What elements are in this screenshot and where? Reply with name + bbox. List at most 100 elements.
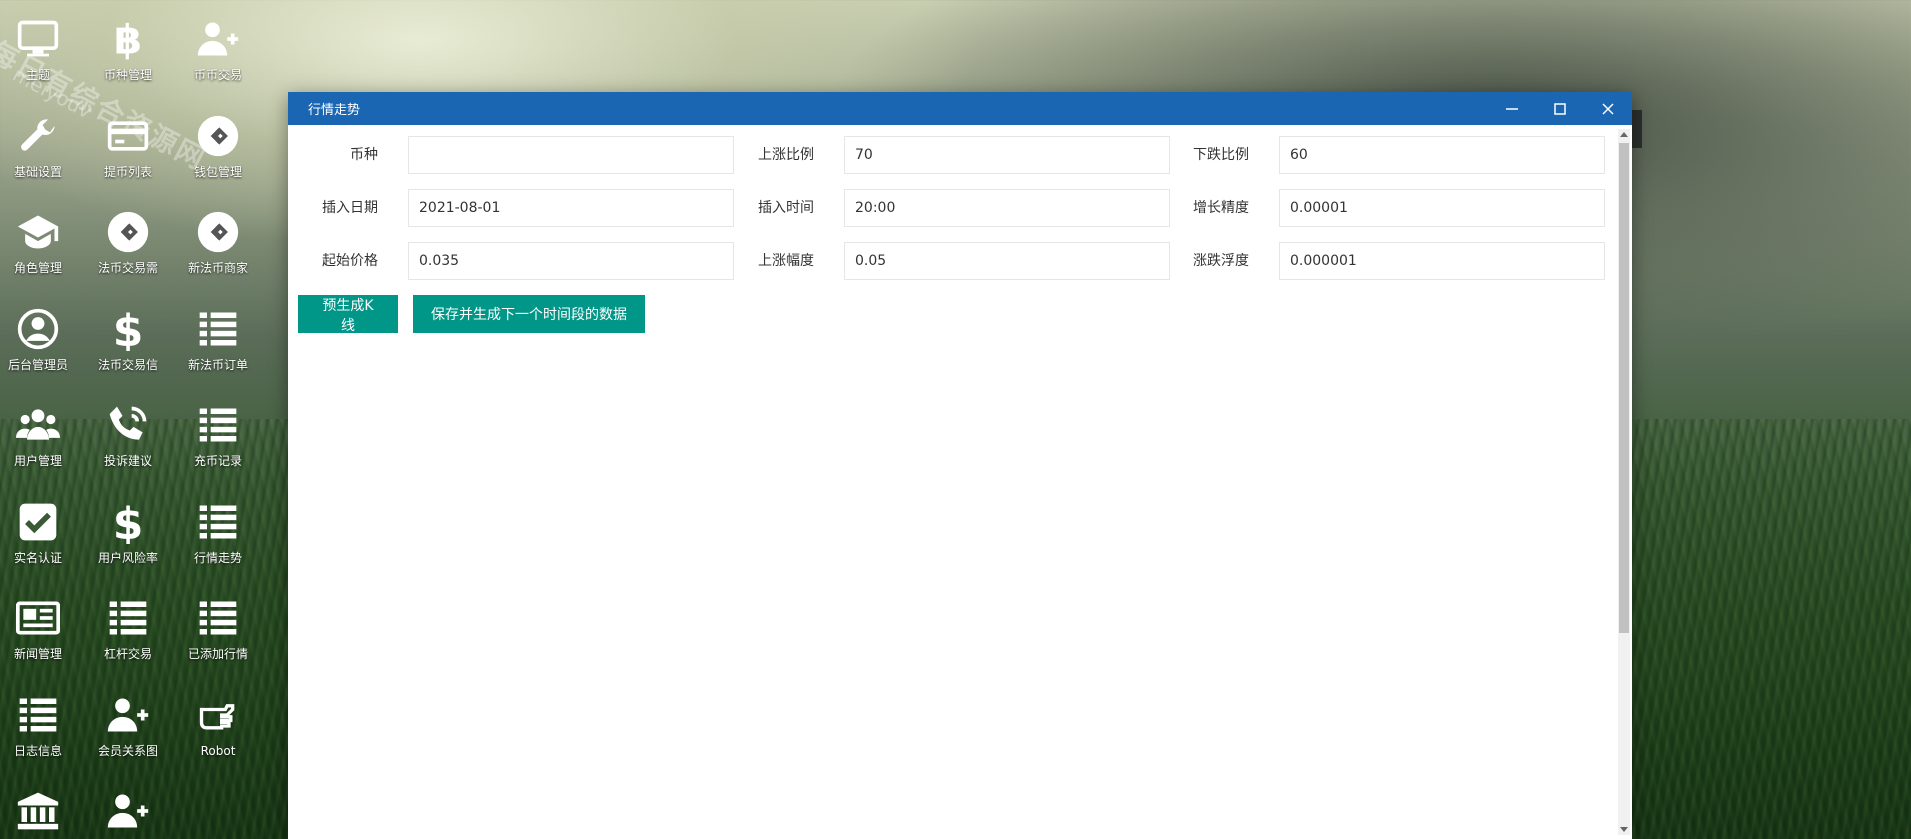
desktop-icon-10[interactable]: $ 法币交易信 [82,304,174,394]
desktop-icon-4[interactable]: 提币列表 [82,111,174,201]
background-window-edge [1632,110,1642,148]
desktop-icon-label: 钱包管理 [193,164,242,179]
desktop-icon-label: 币币交易 [193,68,242,82]
desktop-icon-label: 主题 [25,68,50,82]
growth-precision-label: 增长精度 [1193,200,1249,216]
desktop-icon-label: 提币列表 [103,164,152,179]
desktop-icon-24[interactable]: 商家管理 [0,786,84,839]
coin-label: 币种 [350,147,378,163]
desktop-icon-21[interactable]: 日志信息 [0,690,84,780]
scroll-up-arrow-icon[interactable] [1620,132,1628,137]
fall-ratio-label: 下跌比例 [1193,147,1249,163]
desktop-icon-16[interactable]: $ 用户风险率 [82,497,174,587]
desktop-icon-label: 法币交易信 [97,357,158,372]
svg-text:$: $ [113,500,144,544]
scrollbar-thumb[interactable] [1619,143,1629,633]
desktop-icon-label: 已添加行情 [187,647,248,661]
save-generate-next-button[interactable]: 保存并生成下一个时间段的数据 [413,295,645,333]
desktop-icon-label: 杠杆交易 [103,647,152,661]
desktop-icon-label: 币种管理 [103,68,152,82]
rise-ratio-input[interactable] [844,136,1170,174]
list-icon [105,595,151,641]
desktop-icon-label: 充币记录 [193,454,242,468]
phone-icon [105,402,151,448]
desktop-icon-23[interactable]: Robot [172,690,264,780]
desktop-icon-14[interactable]: 充币记录 [172,400,264,490]
desktop-icon-8[interactable]: 新法币商家 [172,207,264,297]
desktop-icon-15[interactable]: 实名认证 [0,497,84,587]
desktop-icon-6[interactable]: 角色管理 [0,207,84,297]
monitor-icon [15,16,61,62]
pregenerate-kline-button[interactable]: 预生成K线 [298,295,398,334]
wallet-ring-icon [105,209,151,255]
vertical-scrollbar[interactable] [1618,129,1630,835]
desktop-icon-label: 用户风险率 [97,550,158,565]
desktop-icons: 主题 ฿ 币种管理 币币交易 基础设置 提币列表 钱包管理 角色管理 法币交易需 新法币商家 后台管… [0,0,260,839]
window-title: 行情走势 [308,103,361,118]
wrench-icon [15,113,61,159]
insert-date-label: 插入日期 [322,200,378,216]
rise-ratio-label: 上涨比例 [758,147,814,163]
rise-range-label: 上涨幅度 [758,253,814,269]
wallet-ring-icon [195,113,241,159]
desktop-icon-label: 实名认证 [13,550,62,565]
rise-range-input[interactable] [844,242,1170,280]
desktop-icon-20[interactable]: 已添加行情 [172,593,264,683]
user-plus-icon [195,16,241,62]
desktop-icon-label: 角色管理 [13,261,62,275]
desktop-icon-label: 会员关系图 [97,743,158,758]
desktop-icon-label: 行情走势 [193,550,242,565]
growth-precision-input[interactable] [1279,189,1605,227]
desktop-icon-22[interactable]: 会员关系图 [82,690,174,780]
desktop-icon-25[interactable]: 秒合约交易 [82,786,174,839]
maximize-icon [1554,102,1566,115]
insert-time-label: 插入时间 [758,200,814,216]
desktop-icon-label: 新闻管理 [13,647,62,661]
hand-icon [195,692,241,738]
insert-date-input[interactable] [408,189,734,227]
desktop-icon-9[interactable]: 后台管理员 [0,304,84,394]
desktop-icon-17[interactable]: 行情走势 [172,497,264,587]
minimize-icon [1506,107,1518,110]
minimize-button[interactable] [1488,92,1536,125]
list-icon [15,692,61,738]
graduation-cap-icon [15,209,61,255]
check-square-icon [15,499,61,545]
start-price-input[interactable] [408,242,734,280]
list-icon [195,595,241,641]
svg-text:฿: ฿ [114,17,142,61]
desktop-icon-label: Robot [200,743,236,758]
bitcoin-icon: ฿ [105,16,151,62]
list-icon [195,306,241,352]
credit-card-icon [105,113,151,159]
desktop-icon-label: 新法币订单 [187,357,248,372]
insert-time-input[interactable] [844,189,1170,227]
desktop-icon-12[interactable]: 用户管理 [0,400,84,490]
scroll-down-arrow-icon[interactable] [1620,827,1628,832]
desktop-icon-11[interactable]: 新法币订单 [172,304,264,394]
market-trend-window: 行情走势 币种 上涨比例 下跌比例 插入日期 插入时间 增长精度 [288,92,1632,839]
user-plus-icon [105,692,151,738]
desktop-icon-0[interactable]: 主题 [0,14,84,104]
desktop-icon-2[interactable]: 币币交易 [172,14,264,104]
desktop-icon-5[interactable]: 钱包管理 [172,111,264,201]
fall-ratio-input[interactable] [1279,136,1605,174]
desktop-icon-13[interactable]: 投诉建议 [82,400,174,490]
close-button[interactable] [1584,92,1632,125]
desktop-icon-19[interactable]: 杠杆交易 [82,593,174,683]
desktop-icon-1[interactable]: ฿ 币种管理 [82,14,174,104]
coin-input[interactable] [408,136,734,174]
fluctuation-input[interactable] [1279,242,1605,280]
desktop-icon-3[interactable]: 基础设置 [0,111,84,201]
desktop-icon-label: 法币交易需 [97,261,158,275]
desktop-icon-label: 日志信息 [13,743,62,758]
desktop-icon-7[interactable]: 法币交易需 [82,207,174,297]
svg-text:$: $ [113,307,144,351]
close-icon [1602,102,1614,115]
maximize-button[interactable] [1536,92,1584,125]
desktop-icon-18[interactable]: 新闻管理 [0,593,84,683]
user-plus-icon [105,788,151,834]
window-titlebar[interactable]: 行情走势 [288,92,1632,125]
dollar-icon: $ [105,306,151,352]
list-icon [195,402,241,448]
